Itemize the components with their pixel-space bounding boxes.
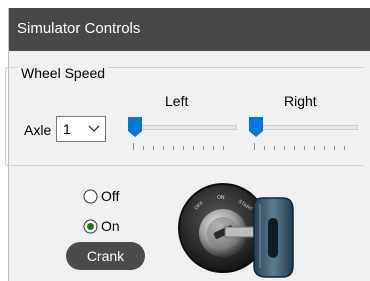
right-slider-track [252, 125, 358, 130]
title-bar: Simulator Controls [9, 8, 370, 51]
left-slider-track [131, 125, 237, 130]
right-wheel-label: Right [284, 93, 317, 109]
ignition-key-icon[interactable]: OFF ON START [170, 180, 300, 281]
right-wheel-slider[interactable] [249, 116, 362, 156]
crank-button[interactable]: Crank [66, 242, 145, 270]
axle-select-value: 1 [63, 121, 71, 137]
on-radio[interactable] [83, 219, 98, 234]
left-slider-ticks [133, 143, 237, 151]
window-title: Simulator Controls [17, 20, 141, 37]
left-wheel-label: Left [165, 93, 189, 109]
chevron-down-icon [88, 125, 100, 132]
left-slider-thumb[interactable] [127, 116, 143, 138]
left-wheel-slider[interactable] [128, 116, 241, 156]
axle-label: Axle [24, 122, 52, 138]
key-mark-on: ON [217, 195, 225, 201]
off-radio[interactable] [83, 189, 98, 204]
axle-select[interactable]: 1 [56, 116, 106, 142]
right-slider-thumb[interactable] [248, 116, 264, 138]
on-radio-label: On [101, 218, 120, 234]
wheel-speed-group-label: Wheel Speed [18, 65, 109, 81]
right-slider-ticks [254, 143, 358, 151]
off-radio-label: Off [101, 188, 120, 204]
